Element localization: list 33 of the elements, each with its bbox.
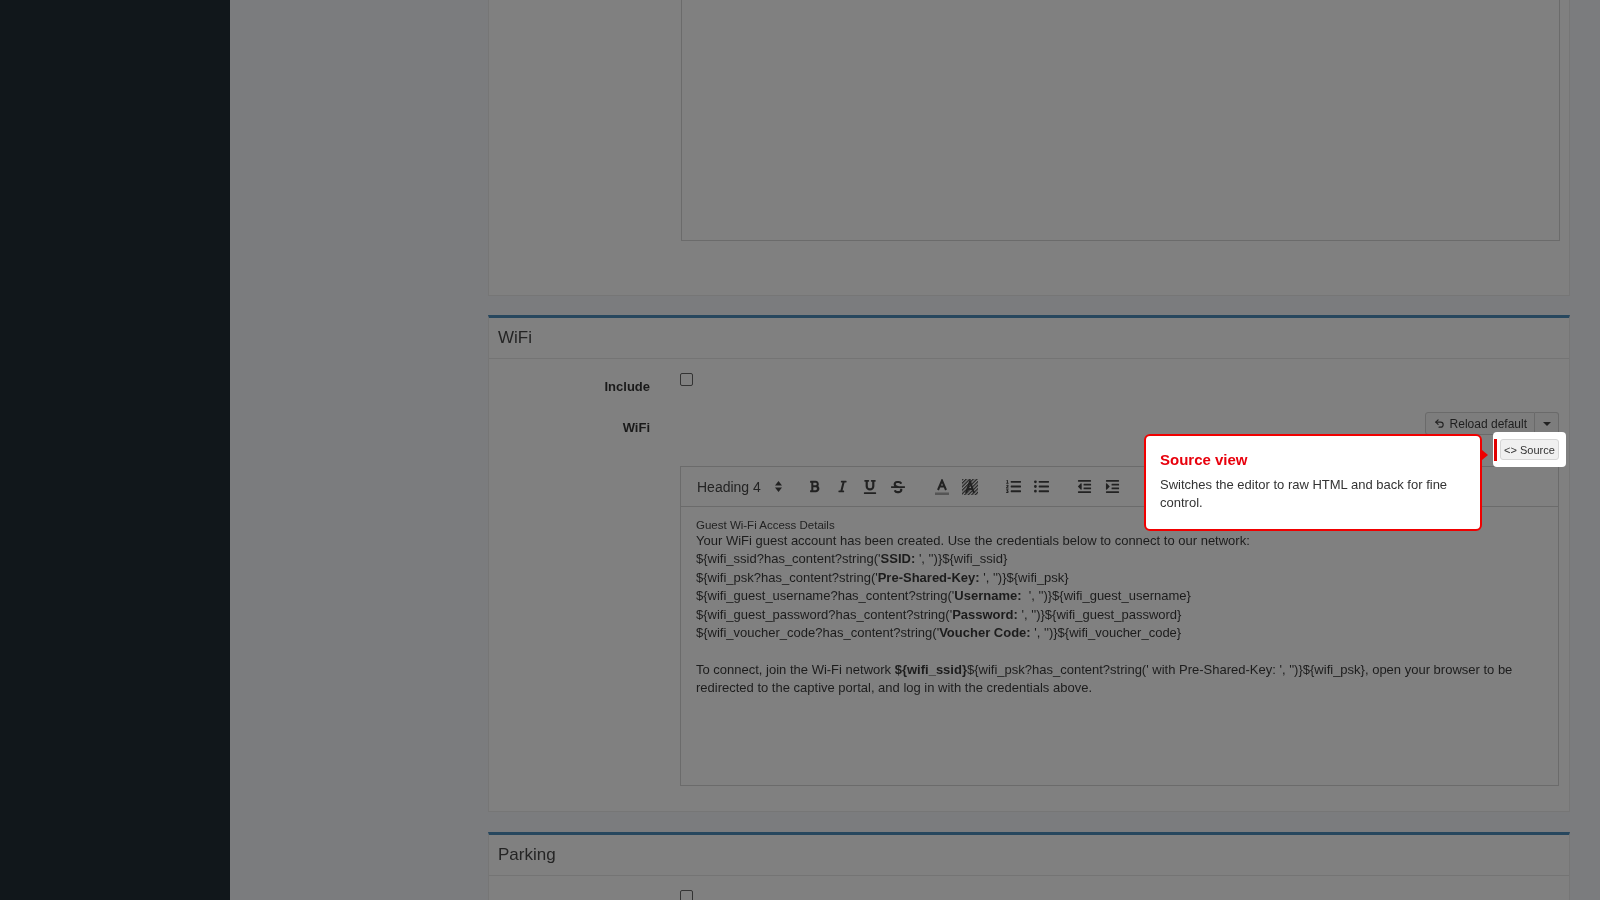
- section-title: Parking: [498, 845, 556, 865]
- content-line: ${wifi_voucher_code?has_content?string('Voucher Code: ', '')}${wifi_voucher_code}: [696, 624, 1183, 643]
- reload-default-button[interactable]: Reload default: [1424, 412, 1535, 435]
- section-title: WiFi: [498, 328, 532, 348]
- field-label: Include: [604, 378, 650, 396]
- block-format-select[interactable]: Heading 4: [697, 472, 786, 501]
- content-line: ${wifi_ssid?has_content?string('SSID: ', '')}${wifi_ssid}: [696, 550, 1009, 569]
- bold-icon: [807, 480, 821, 493]
- underline-icon: [863, 479, 877, 494]
- content-heading: Guest Wi-Fi Access Details: [696, 518, 836, 532]
- text-color-icon: [935, 478, 949, 495]
- content-line: ${wifi_guest_username?has_content?string('Username: ', '')}${wifi_guest_username}: [696, 587, 1192, 606]
- bullet-list-icon: [1033, 479, 1049, 494]
- content-paragraph: To connect, join the Wi-Fi network ${wifi_ssid}${wifi_psk?has_content?string(' with Pre-Shared-Key: ', '')}${wifi_psk}, open your browser to be redirected to the captive portal, and log in with the credentials above.: [696, 660, 1514, 698]
- source-button[interactable]: <> Source: [1500, 439, 1559, 460]
- checkbox[interactable]: [680, 373, 693, 386]
- indicator-bar-icon: [1494, 438, 1497, 461]
- tooltip-title: Source view: [1160, 451, 1249, 469]
- content-line: ${wifi_psk?has_content?string('Pre-Shared-Key: ', '')}${wifi_psk}: [696, 568, 1070, 587]
- undo-icon: [1433, 418, 1445, 429]
- sort-arrows-icon: [775, 481, 782, 492]
- content-line: Your WiFi guest account has been created. Use the credentials below to connect to our network:: [696, 532, 1251, 550]
- content-line: ${wifi_guest_password?has_content?string('Password: ', '')}${wifi_guest_password}: [696, 605, 1183, 624]
- italic-icon: [835, 480, 849, 493]
- outdent-icon: [1076, 479, 1092, 494]
- indent-icon: [1104, 479, 1120, 494]
- caret-icon: [1542, 421, 1551, 426]
- checkbox[interactable]: [680, 890, 693, 900]
- tooltip-text: Switches the editor to raw HTML and back for fine control.: [1160, 476, 1449, 513]
- field-label: WiFi: [622, 419, 650, 437]
- strikethrough-icon: [891, 479, 905, 494]
- highlight-color-icon: [962, 478, 978, 495]
- numbered-list-icon: [1005, 479, 1021, 494]
